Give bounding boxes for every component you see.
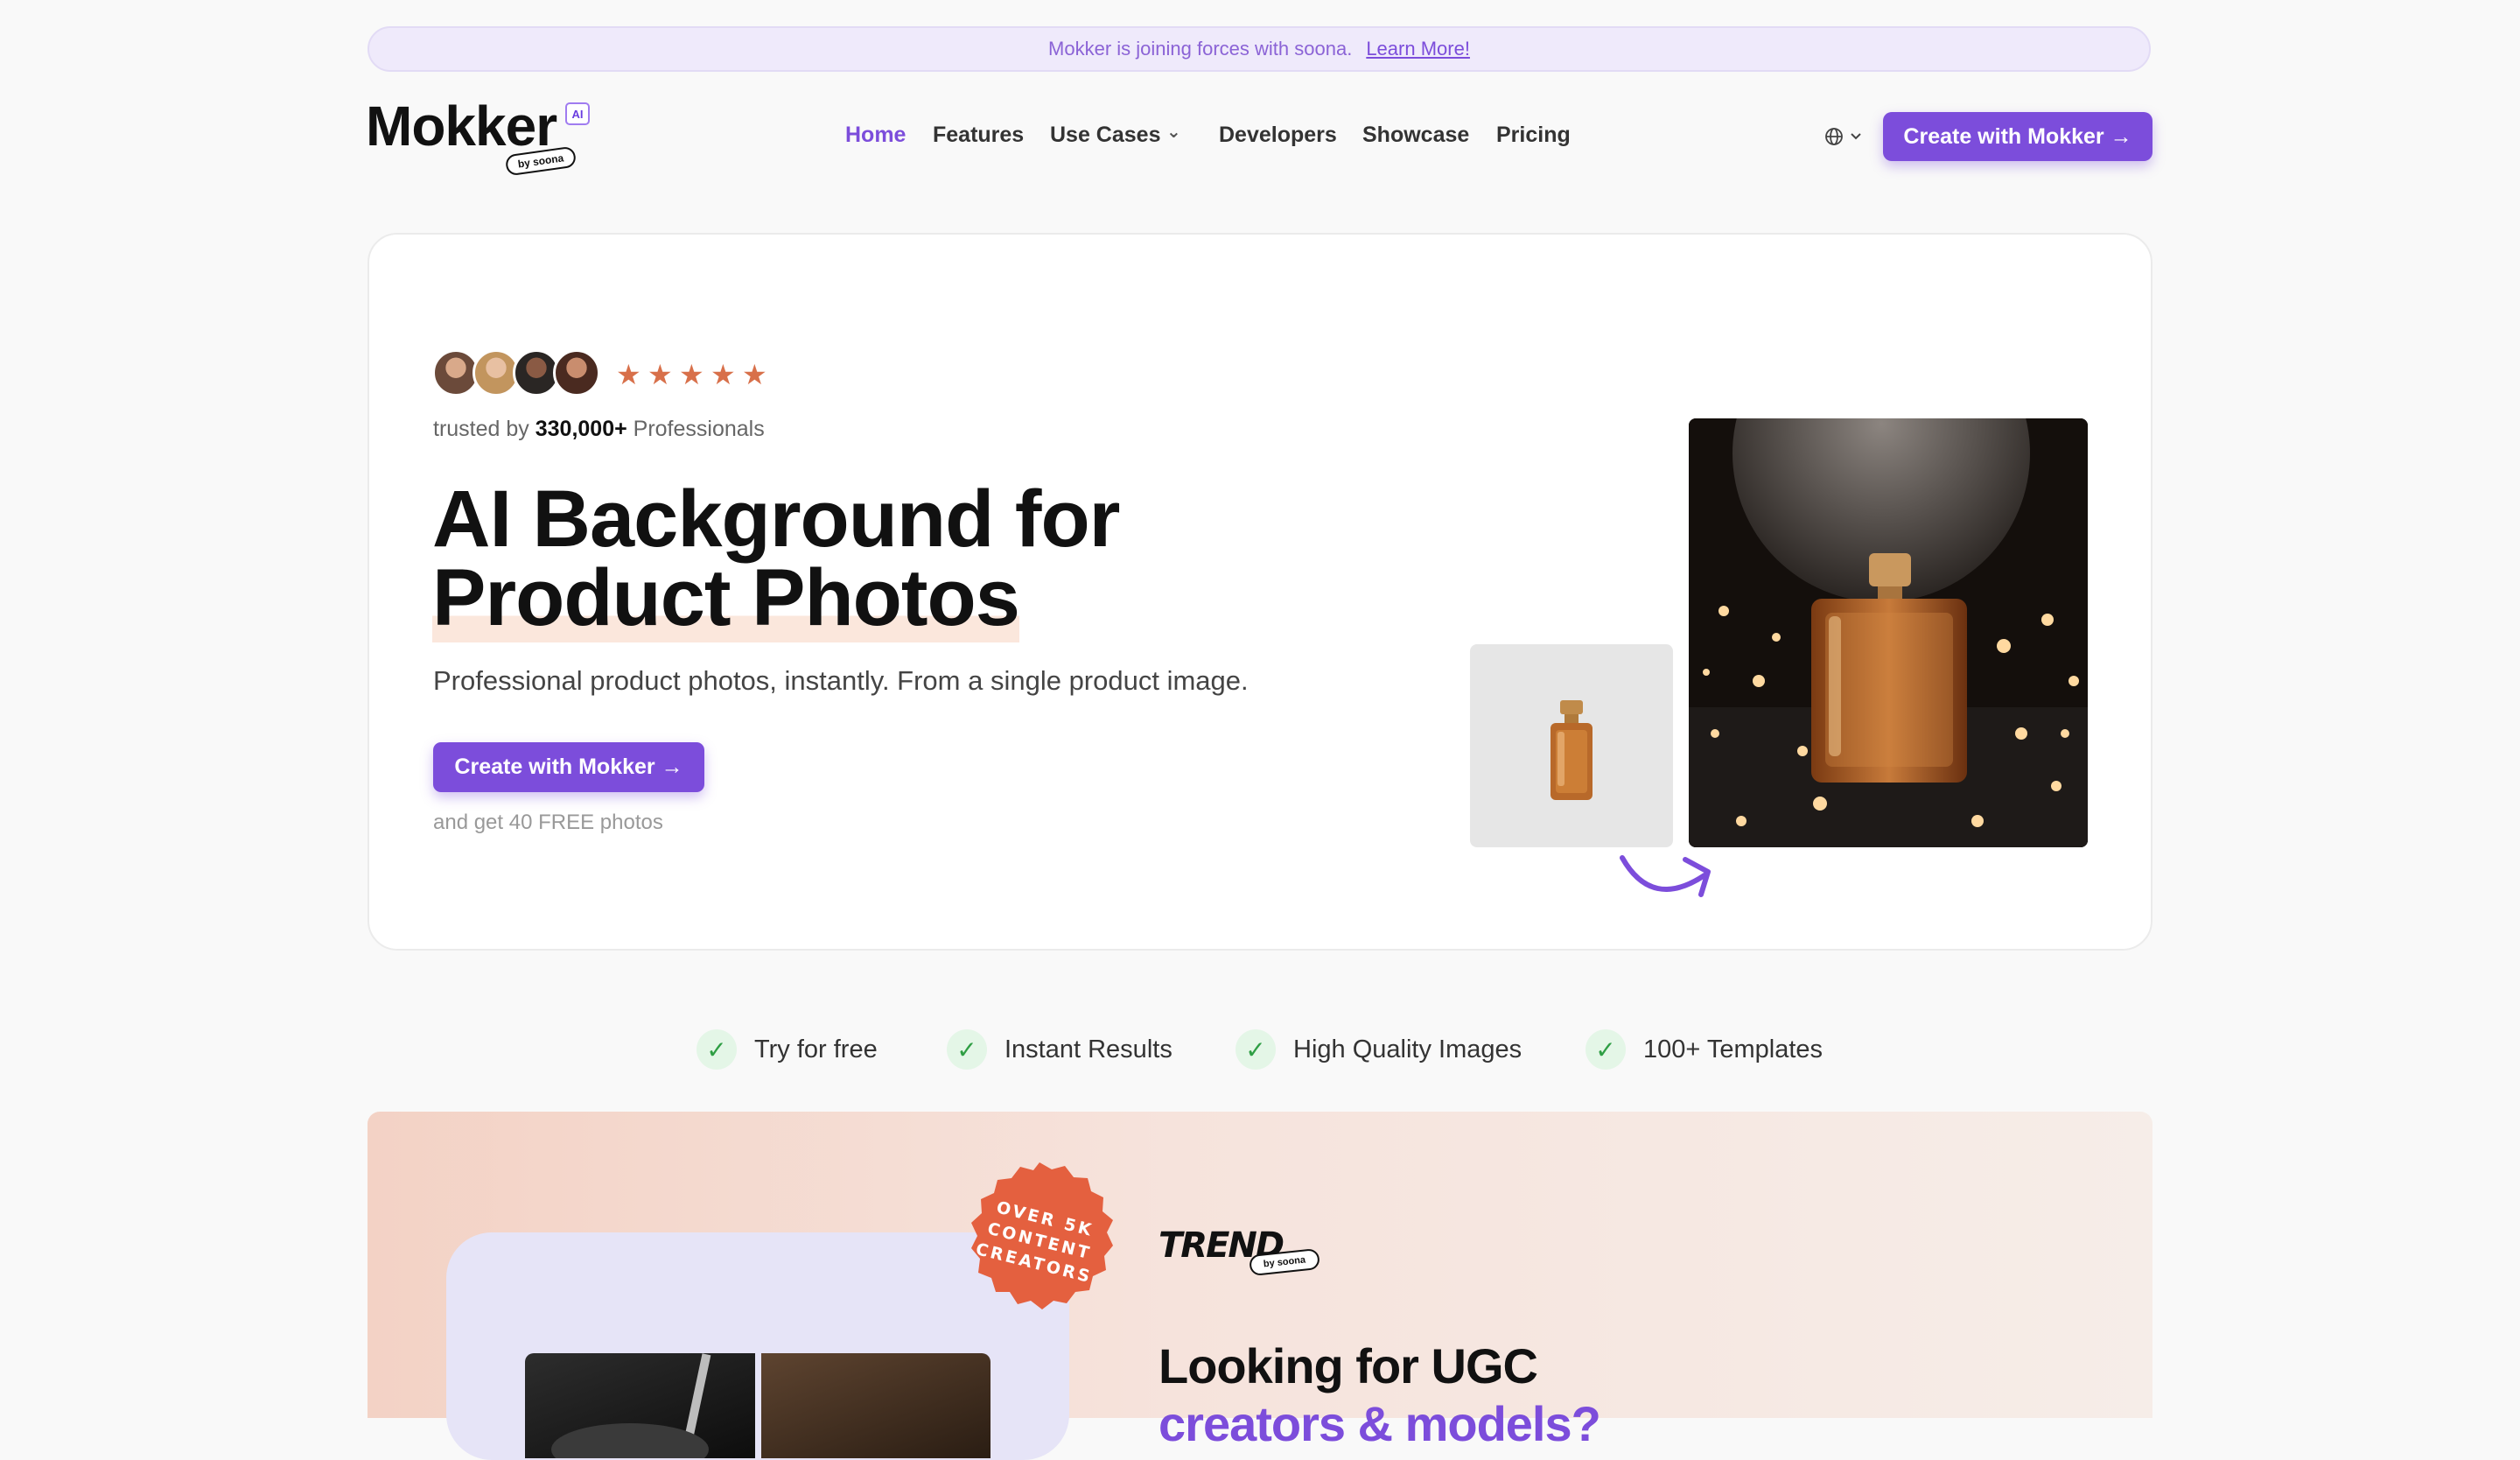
chevron-down-icon [1851,133,1861,140]
star-icon: ★ [648,359,673,390]
ugc-title-line2: creators & models? [1158,1396,1601,1451]
hero-create-button[interactable]: Create with Mokker → [433,742,704,792]
mokker-logo[interactable]: Mokker [366,98,557,154]
feature-label: 100+ Templates [1643,1035,1824,1063]
star-icon: ★ [616,359,641,390]
trusted-count: 330,000+ [535,417,627,441]
check-icon: ✓ [1236,1029,1276,1070]
check-icon: ✓ [696,1029,737,1070]
nav-showcase[interactable]: Showcase [1362,123,1469,148]
trusted-by-text: trusted by 330,000+ Professionals [433,417,765,442]
feature-item: ✓ High Quality Images [1236,1029,1522,1070]
nav-home[interactable]: Home [845,123,906,148]
trusted-prefix: trusted by [433,417,529,441]
free-photos-note: and get 40 FREE photos [433,811,663,834]
generated-product-photo [1689,418,2088,847]
banner-text: Mokker is joining forces with soona. [1048,38,1353,60]
feature-label: Instant Results [1004,1035,1172,1063]
feature-item: ✓ Instant Results [947,1029,1172,1070]
create-with-mokker-button[interactable]: Create with Mokker → [1883,112,2152,161]
globe-icon [1825,128,1843,145]
check-icon: ✓ [947,1029,987,1070]
language-selector[interactable] [1824,124,1864,149]
hero-title-line2: Product Photos [432,553,1020,642]
feature-label: Try for free [754,1035,878,1063]
nav-pricing[interactable]: Pricing [1496,123,1571,148]
ugc-title-line1: Looking for UGC [1158,1338,1538,1393]
nav-use-cases[interactable]: Use Cases [1050,123,1160,148]
logo-ai-badge: AI [565,102,590,125]
original-product-thumbnail [1470,644,1673,847]
feature-item: ✓ 100+ Templates [1586,1029,1823,1070]
trusted-suffix: Professionals [633,417,765,441]
avatar [553,349,600,397]
chevron-down-icon[interactable]: ⌄ [1166,121,1181,143]
main-nav: Home Features Use Cases ⌄ Developers Sho… [845,123,1589,152]
star-icon: ★ [710,359,736,390]
hero-title: AI Background for Product Photos [432,474,1120,642]
nav-developers[interactable]: Developers [1219,123,1337,148]
announcement-banner: Mokker is joining forces with soona. Lea… [368,26,2151,72]
feature-item: ✓ Try for free [696,1029,878,1070]
star-icon: ★ [742,359,767,390]
hero-subtitle: Professional product photos, instantly. … [433,665,1249,696]
arrow-icon [1620,855,1711,897]
ugc-photo [761,1353,990,1458]
check-icon: ✓ [1586,1029,1626,1070]
content-creators-seal: OVER 5K CONTENT CREATORS [971,1162,1113,1309]
star-icon: ★ [679,359,704,390]
ugc-photo [525,1353,755,1458]
nav-features[interactable]: Features [933,123,1024,148]
feature-label: High Quality Images [1293,1035,1522,1063]
learn-more-link[interactable]: Learn More! [1366,38,1470,60]
hero-title-line1: AI Background for [432,474,1120,564]
ugc-title: Looking for UGC creators & models? [1158,1337,1601,1453]
